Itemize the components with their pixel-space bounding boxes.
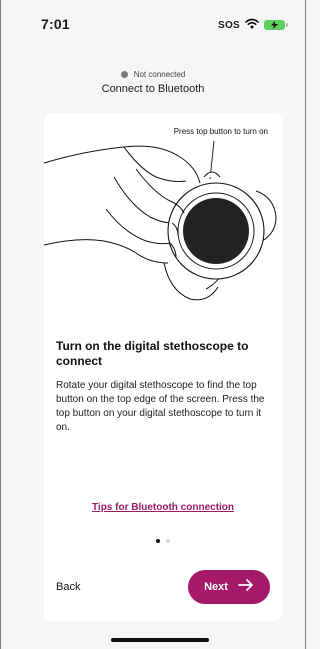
page-dot <box>166 539 170 543</box>
connection-title: Connect to Bluetooth <box>101 83 205 95</box>
status-icons: SOS <box>217 16 288 34</box>
connection-header: Not connected Connect to Bluetooth <box>1 70 305 95</box>
screen: 7:01 SOS Not connected Connect to Blueto… <box>0 0 306 649</box>
battery-charging-icon <box>264 20 288 30</box>
status-time: 7:01 <box>41 16 70 32</box>
home-indicator[interactable] <box>111 638 209 642</box>
step-description: Rotate your digital stethoscope to find … <box>56 380 265 433</box>
stethoscope-illustration: Press top button to turn on <box>44 113 282 333</box>
tips-bluetooth-link[interactable]: Tips for Bluetooth connection <box>44 502 282 513</box>
page-indicator <box>44 539 282 543</box>
step-heading: Turn on the digital stethoscope to conne… <box>56 339 249 368</box>
page-dot-active <box>156 539 160 543</box>
status-bar: 7:01 SOS <box>1 0 305 50</box>
back-button[interactable]: Back <box>56 581 80 593</box>
next-button-label: Next <box>204 581 228 593</box>
sos-indicator: SOS <box>217 19 240 31</box>
illustration-caption: Press top button to turn on <box>173 127 268 136</box>
connection-status: Not connected <box>1 70 305 79</box>
next-button[interactable]: Next <box>188 570 270 604</box>
status-dot-icon <box>120 71 128 78</box>
arrow-right-icon <box>238 578 254 596</box>
hand-holding-stethoscope-icon <box>44 140 277 301</box>
connection-status-label: Not connected <box>133 70 186 79</box>
wifi-icon <box>245 16 259 34</box>
onboarding-card: Press top button to turn on Turn on the … <box>44 113 282 621</box>
